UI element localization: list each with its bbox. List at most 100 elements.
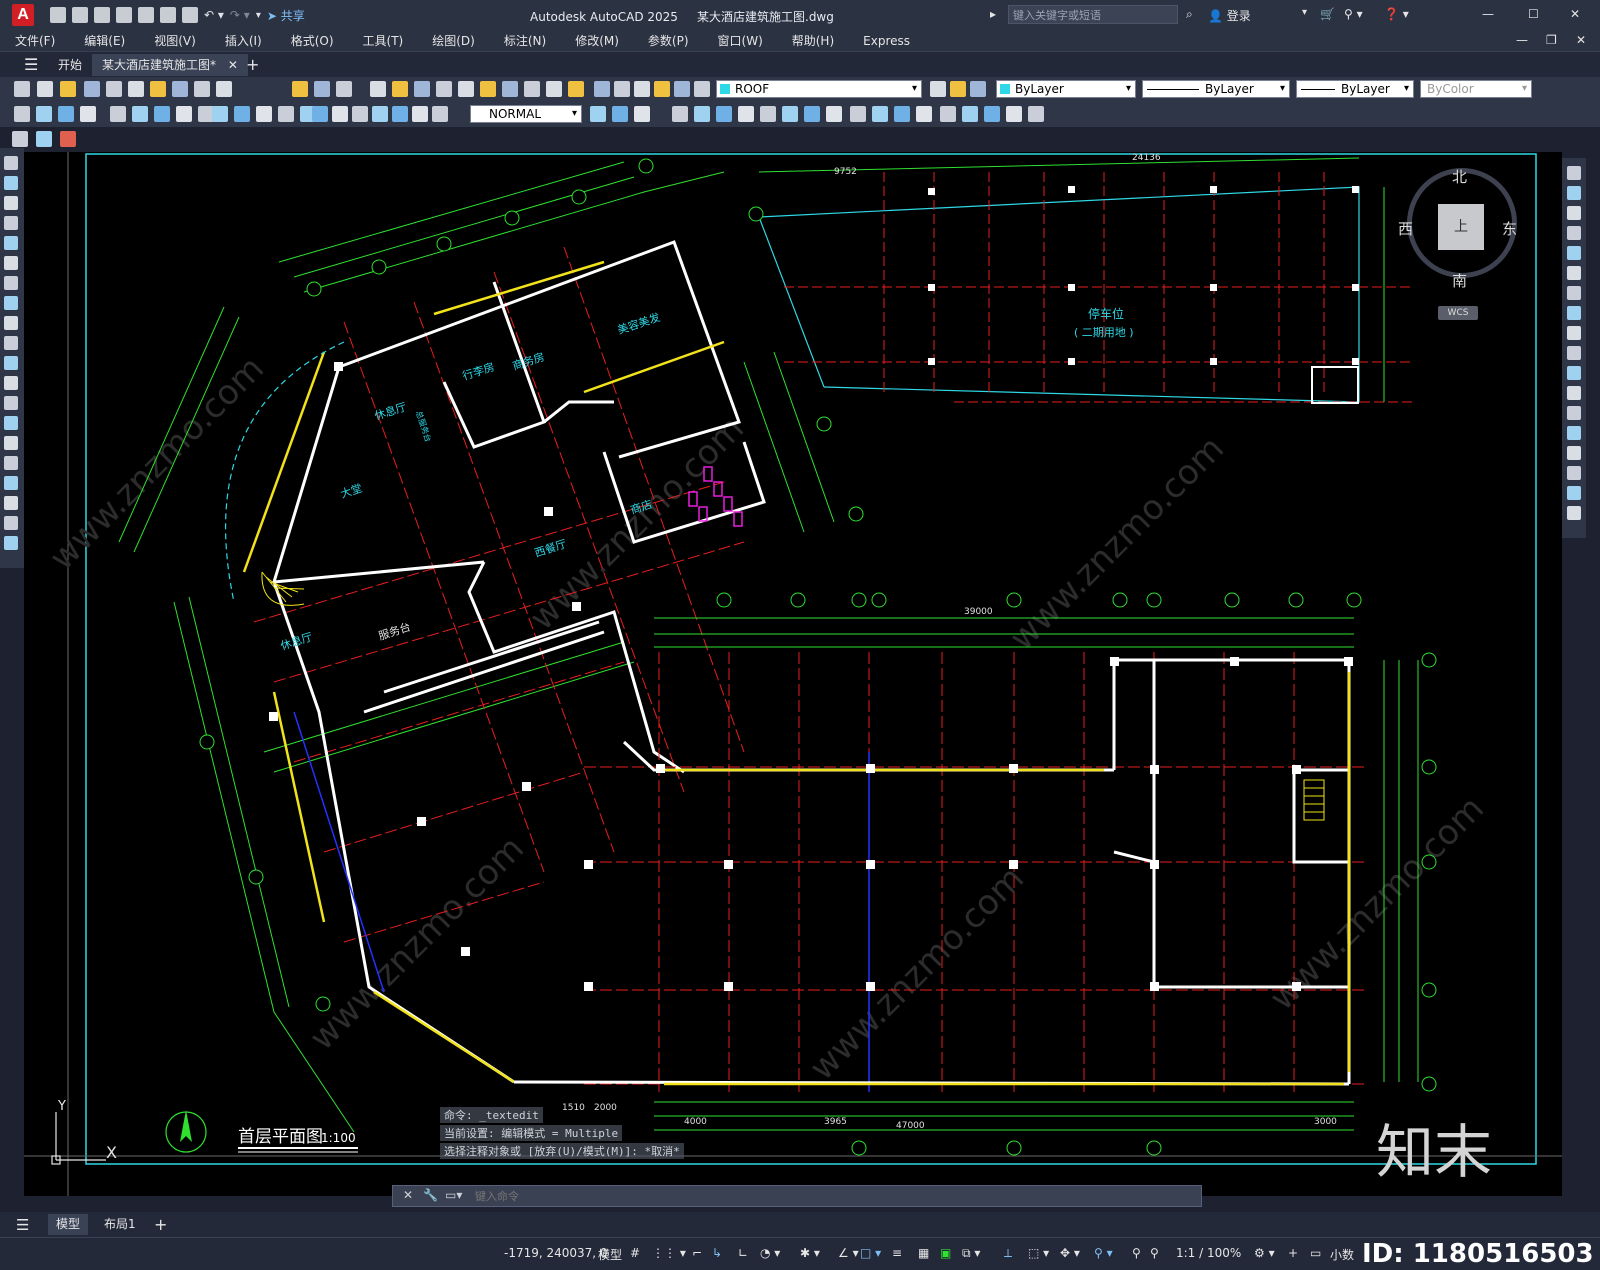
- modify-tool-icon-9[interactable]: [1567, 346, 1581, 360]
- standard-tool-icon-12[interactable]: [336, 81, 352, 97]
- command-prompt-icon[interactable]: ▭▾: [445, 1188, 462, 1202]
- dimension-tool-icon-2[interactable]: [58, 106, 74, 122]
- undo-icon[interactable]: ↶ ▾: [204, 8, 224, 22]
- grid-icon[interactable]: #: [630, 1246, 640, 1260]
- standard-tool-icon-29[interactable]: [930, 81, 946, 97]
- draw-tool-icon-10[interactable]: [4, 356, 18, 370]
- dimension-tool-icon-28[interactable]: [760, 106, 776, 122]
- dimension-tool-icon-9[interactable]: [212, 106, 228, 122]
- dimension-tool-icon-12[interactable]: [278, 106, 294, 122]
- standard-tool-icon-9[interactable]: [216, 81, 232, 97]
- standard-tool-icon-11[interactable]: [314, 81, 330, 97]
- modify-tool-icon-13[interactable]: [1567, 426, 1581, 440]
- share-button[interactable]: ➤ 共享: [267, 7, 305, 24]
- standard-tool-icon-20[interactable]: [524, 81, 540, 97]
- snap-icon[interactable]: ⋮⋮ ▾: [652, 1246, 686, 1260]
- standard-tool-icon-2[interactable]: [60, 81, 76, 97]
- menu-tools[interactable]: 工具(T): [363, 32, 404, 49]
- menu-file[interactable]: 文件(F): [15, 32, 55, 49]
- dimension-tool-icon-40[interactable]: [1028, 106, 1044, 122]
- modify-tool-icon-8[interactable]: [1567, 326, 1581, 340]
- dynamic-ucs-icon[interactable]: ⟂: [1004, 1246, 1012, 1261]
- standard-tool-icon-18[interactable]: [480, 81, 496, 97]
- dimension-tool-icon-5[interactable]: [132, 106, 148, 122]
- viewcube-north[interactable]: 北: [1452, 166, 1467, 187]
- open-file-icon[interactable]: [72, 7, 88, 23]
- menu-insert[interactable]: 插入(I): [225, 32, 262, 49]
- standard-tool-icon-16[interactable]: [436, 81, 452, 97]
- plotstyle-dropdown[interactable]: ByColor ▾: [1420, 80, 1532, 98]
- cart-icon[interactable]: 🛒: [1320, 7, 1335, 21]
- standard-tool-icon-1[interactable]: [37, 81, 53, 97]
- save-as-icon[interactable]: [116, 7, 132, 23]
- autodesk-app-icon[interactable]: ⚲ ▾: [1344, 7, 1363, 21]
- coordinates-readout[interactable]: -1719, 240037, 0: [504, 1246, 608, 1260]
- wcs-menu[interactable]: WCS: [1438, 306, 1478, 320]
- dimension-tool-icon-1[interactable]: [36, 106, 52, 122]
- modify-tool-icon-14[interactable]: [1567, 446, 1581, 460]
- draw-tool-icon-15[interactable]: [4, 456, 18, 470]
- modify-tool-icon-15[interactable]: [1567, 466, 1581, 480]
- draw-tool-icon-9[interactable]: [4, 336, 18, 350]
- dimension-tool-icon-38[interactable]: [984, 106, 1000, 122]
- print-icon[interactable]: [182, 7, 198, 23]
- standard-tool-icon-10[interactable]: [292, 81, 308, 97]
- dimension-tool-icon-29[interactable]: [782, 106, 798, 122]
- modify-tool-icon-11[interactable]: [1567, 386, 1581, 400]
- standard-tool-icon-3[interactable]: [84, 81, 100, 97]
- draw-tool-icon-0[interactable]: [4, 156, 18, 170]
- layer-dropdown[interactable]: ROOF ▾: [716, 80, 922, 98]
- dimension-tool-icon-21[interactable]: [590, 106, 606, 122]
- modify-tool-icon-17[interactable]: [1567, 506, 1581, 520]
- hamburger-menu-icon[interactable]: ☰: [14, 54, 48, 76]
- draw-tool-icon-5[interactable]: [4, 256, 18, 270]
- modify-tool-icon-10[interactable]: [1567, 366, 1581, 380]
- dimension-tool-icon-15[interactable]: [332, 106, 348, 122]
- workspace-gear-icon[interactable]: ⚙ ▾: [1254, 1246, 1275, 1260]
- command-input[interactable]: [473, 1187, 1177, 1205]
- viewcube-south[interactable]: 南: [1452, 270, 1467, 291]
- command-close-icon[interactable]: ✕: [403, 1188, 413, 1202]
- menu-express[interactable]: Express: [863, 34, 910, 48]
- standard-tool-icon-19[interactable]: [502, 81, 518, 97]
- standard-tool-icon-30[interactable]: [950, 81, 966, 97]
- tab-drawing[interactable]: 某大酒店建筑施工图* ✕: [92, 54, 248, 76]
- dimension-tool-icon-25[interactable]: [694, 106, 710, 122]
- standard-tool-icon-13[interactable]: [370, 81, 386, 97]
- dimension-tool-icon-26[interactable]: [716, 106, 732, 122]
- draw-tool-icon-7[interactable]: [4, 296, 18, 310]
- standard-tool-icon-31[interactable]: [970, 81, 986, 97]
- dimension-tool-icon-10[interactable]: [234, 106, 250, 122]
- menu-view[interactable]: 视图(V): [154, 32, 196, 49]
- standard-tool-icon-5[interactable]: [128, 81, 144, 97]
- dimension-tool-icon-23[interactable]: [634, 106, 650, 122]
- polar-icon[interactable]: ◔ ▾: [760, 1246, 780, 1260]
- modify-tool-icon-5[interactable]: [1567, 266, 1581, 280]
- search-input[interactable]: 键入关键字或短语: [1008, 5, 1178, 24]
- standard-tool-icon-27[interactable]: [674, 81, 690, 97]
- draw-tool-icon-4[interactable]: [4, 236, 18, 250]
- draw-tool-icon-1[interactable]: [4, 176, 18, 190]
- standard-tool-icon-6[interactable]: [150, 81, 166, 97]
- draw-tool-icon-12[interactable]: [4, 396, 18, 410]
- maximize-icon[interactable]: ☐: [1528, 7, 1539, 21]
- selection-filter-icon[interactable]: ⬚ ▾: [1028, 1246, 1049, 1260]
- auto-scale-icon[interactable]: ⚲: [1132, 1246, 1141, 1260]
- menu-draw[interactable]: 绘图(D): [432, 32, 475, 49]
- tab-start[interactable]: 开始: [48, 54, 92, 76]
- menu-format[interactable]: 格式(O): [291, 32, 334, 49]
- menu-help[interactable]: 帮助(H): [792, 32, 834, 49]
- new-file-icon[interactable]: [50, 7, 66, 23]
- standard-tool-icon-25[interactable]: [634, 81, 650, 97]
- units-value[interactable]: 小数: [1330, 1246, 1354, 1263]
- standard-tool-icon-15[interactable]: [414, 81, 430, 97]
- object-snap-icon[interactable]: □ ▾: [860, 1246, 881, 1260]
- drawing-canvas[interactable]: www.znzmo.com www.znzmo.com www.znzmo.co…: [24, 152, 1562, 1196]
- dimension-tool-icon-20[interactable]: [432, 106, 448, 122]
- dimension-tool-icon-4[interactable]: [110, 106, 126, 122]
- standard-tool-icon-28[interactable]: [694, 81, 710, 97]
- draw-tool-icon-8[interactable]: [4, 316, 18, 330]
- extra-tool-icon-2[interactable]: [60, 131, 76, 147]
- search-arrow-icon[interactable]: ▸: [990, 7, 996, 21]
- object-snap-tracking-icon[interactable]: ∠ ▾: [838, 1246, 859, 1260]
